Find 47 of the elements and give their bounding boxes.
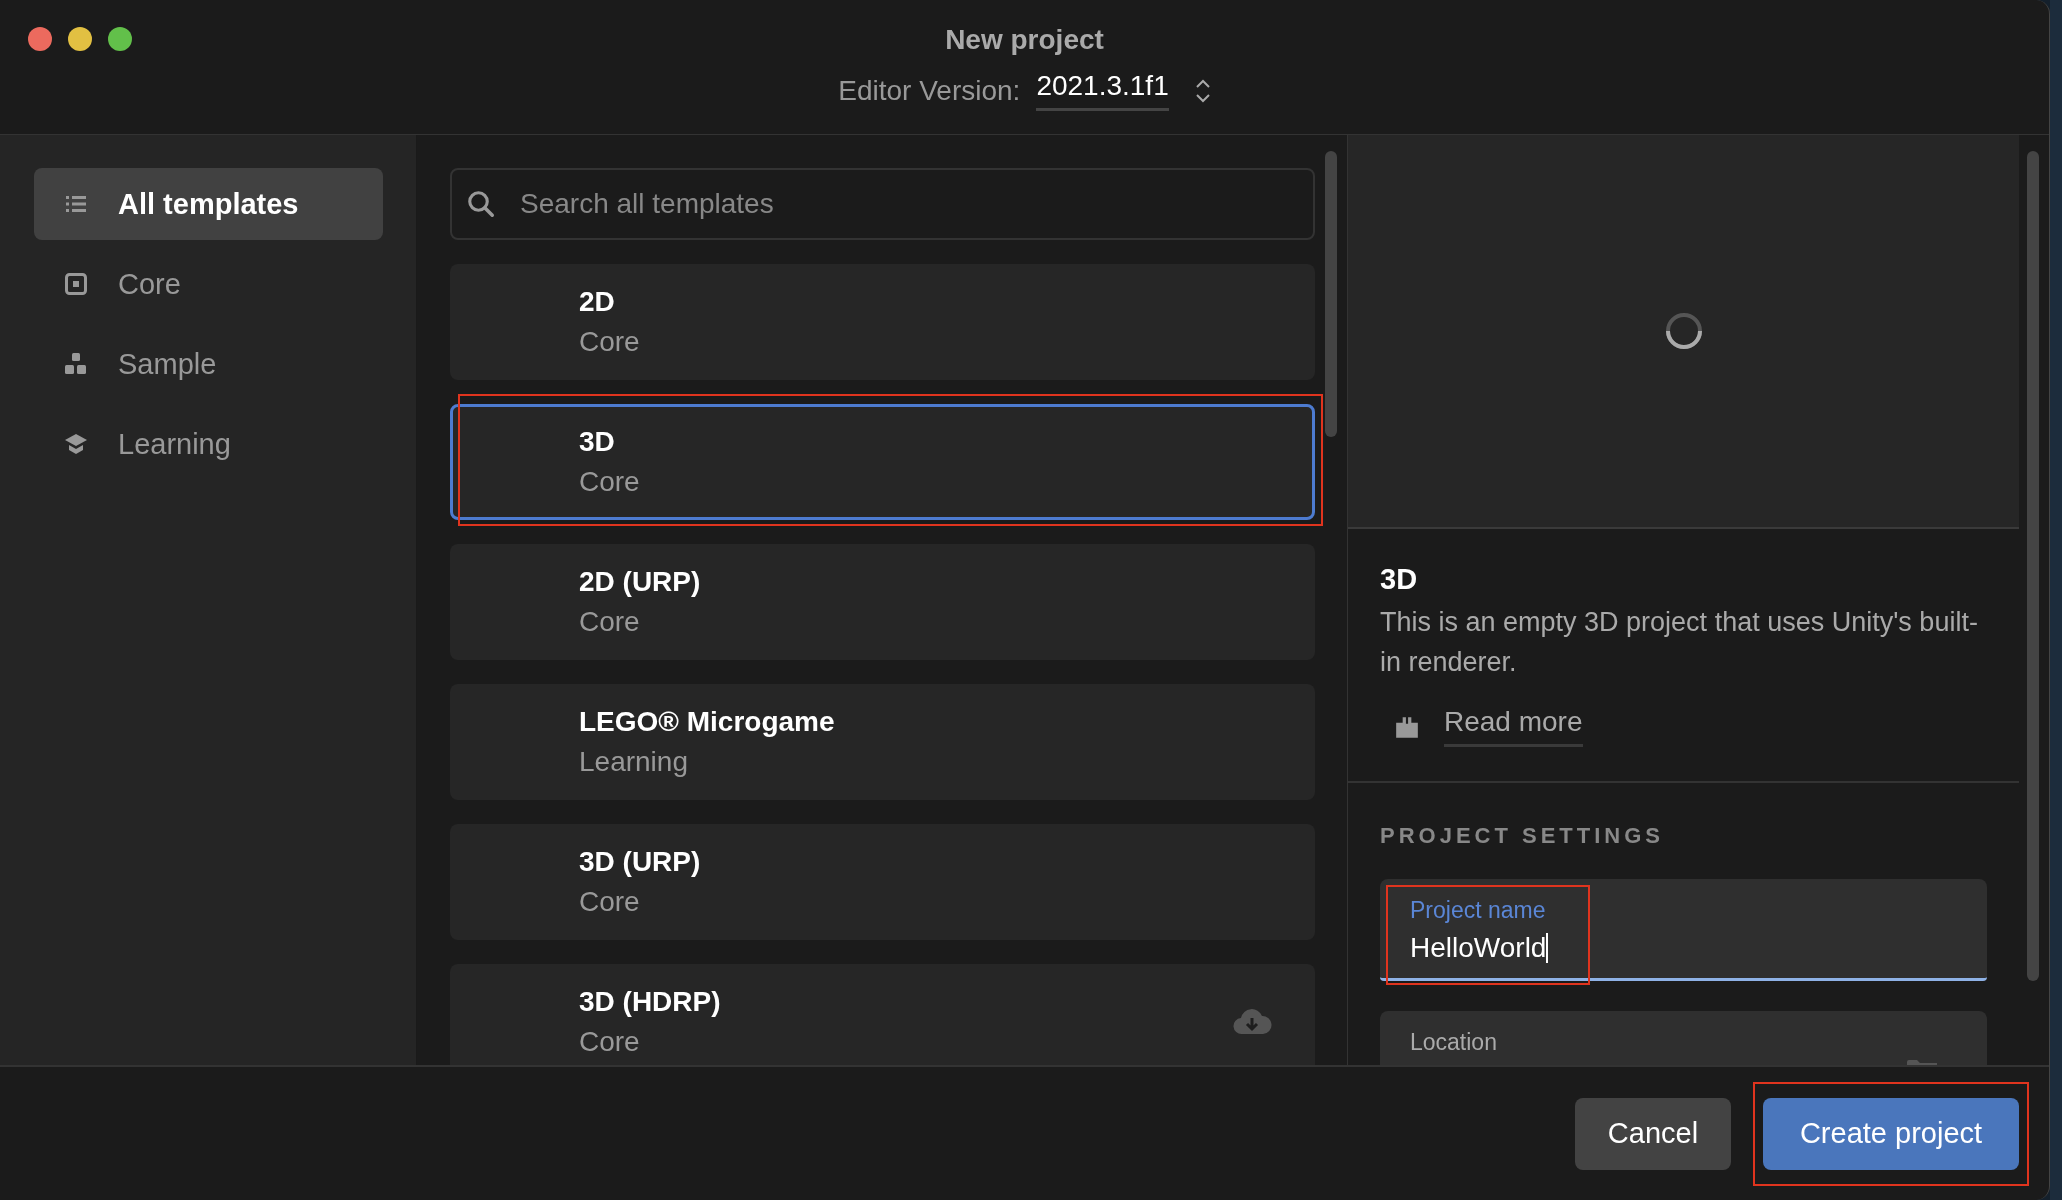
text-field[interactable]: Project name HelloWorld — [1380, 879, 1987, 981]
sidebar-item[interactable]: All templates — [34, 168, 383, 240]
template-name: 2D — [579, 286, 616, 318]
sidebar-item[interactable]: Learning — [34, 408, 383, 480]
template-card[interactable]: 2D (URP) Core — [450, 544, 1315, 660]
minimize-icon[interactable] — [68, 27, 92, 51]
template-title: 3D — [1380, 563, 1419, 596]
template-card[interactable]: 3D (HDRP) Core — [450, 964, 1315, 1065]
template-name: 3D (URP) — [579, 846, 702, 878]
search-icon — [466, 189, 496, 219]
template-name: 3D (HDRP) — [579, 986, 722, 1018]
window-title: New project — [945, 24, 1104, 56]
field-label: Location — [1410, 1029, 1498, 1056]
template-category: Core — [579, 1026, 641, 1058]
field-label: Project name — [1410, 897, 1547, 924]
dialog-button[interactable]: Cancel — [1575, 1097, 1731, 1170]
search-field[interactable]: Search all templates — [450, 168, 1315, 240]
zoom-icon[interactable] — [108, 27, 132, 51]
scrollbar[interactable] — [1325, 151, 1337, 437]
template-name: 3D — [579, 426, 616, 458]
template-name: LEGO® Microgame — [579, 706, 836, 738]
template-card[interactable]: 2D Core — [450, 264, 1315, 380]
section-heading: PROJECT SETTINGS — [1380, 823, 1666, 849]
dialog-button[interactable]: Create project — [1763, 1097, 2019, 1170]
editor-version-select[interactable]: 2021.3.1f1 — [1036, 70, 1169, 111]
graduation-cap-icon — [64, 432, 88, 456]
template-category: Core — [579, 606, 641, 638]
template-card[interactable]: 3D Core — [450, 404, 1315, 520]
editor-version-label: Editor Version: — [838, 74, 1021, 107]
read-more-link[interactable]: Read more — [1444, 706, 1583, 747]
sidebar-item[interactable]: Sample — [34, 328, 383, 400]
template-category: Core — [579, 466, 641, 498]
template-category: Learning — [579, 746, 689, 778]
template-category: Core — [579, 326, 641, 358]
loading-spinner-icon — [1663, 311, 1704, 351]
close-icon[interactable] — [28, 27, 52, 51]
template-card[interactable]: 3D (URP) Core — [450, 824, 1315, 940]
field-value: HelloWorld — [1410, 932, 1550, 964]
template-card[interactable]: LEGO® Microgame Learning — [450, 684, 1315, 800]
template-category: Core — [579, 886, 641, 918]
template-description: This is an empty 3D project that uses Unity's built-in renderer. — [1380, 606, 1979, 679]
sidebar-item[interactable]: Core — [34, 248, 383, 320]
scrollbar[interactable] — [2027, 151, 2039, 981]
template-name: 2D (URP) — [579, 566, 702, 598]
up-down-chevron-icon[interactable] — [1194, 77, 1211, 104]
text-field[interactable]: Location — [1380, 1011, 1987, 1065]
blocks-icon — [64, 352, 88, 376]
